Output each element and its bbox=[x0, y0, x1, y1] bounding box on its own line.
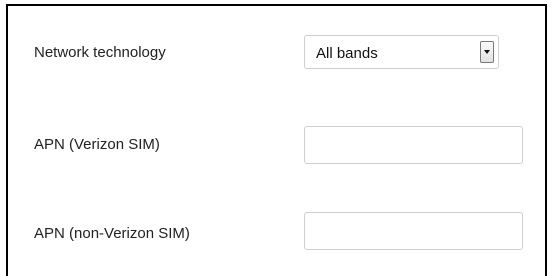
settings-panel: Network technology All bands APN (Verizo… bbox=[6, 4, 547, 276]
chevron-down-icon[interactable] bbox=[480, 41, 494, 63]
apn-non-verizon-input[interactable] bbox=[304, 212, 523, 250]
apn-non-verizon-label: APN (non-Verizon SIM) bbox=[34, 225, 190, 242]
apn-verizon-label: APN (Verizon SIM) bbox=[34, 136, 160, 153]
network-technology-select[interactable]: All bands bbox=[304, 35, 499, 69]
network-technology-selected-value: All bands bbox=[316, 45, 378, 62]
apn-verizon-input[interactable] bbox=[304, 126, 523, 164]
network-technology-label: Network technology bbox=[34, 44, 166, 61]
